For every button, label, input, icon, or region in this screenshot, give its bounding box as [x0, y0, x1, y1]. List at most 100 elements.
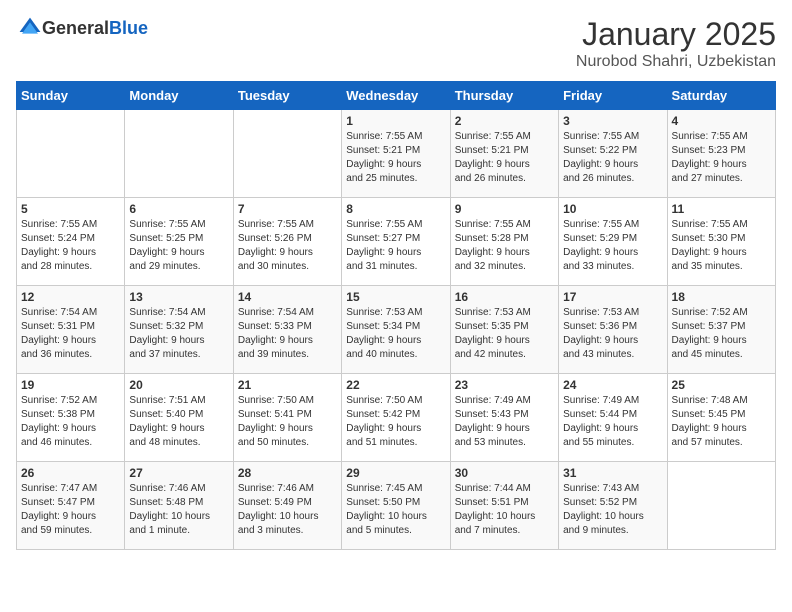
calendar-table: SundayMondayTuesdayWednesdayThursdayFrid… — [16, 81, 776, 550]
header-friday: Friday — [559, 82, 667, 110]
day-number: 31 — [563, 466, 662, 480]
week-row-0: 1 Sunrise: 7:55 AM Sunset: 5:21 PM Daylig… — [17, 110, 776, 198]
calendar-cell: 20 Sunrise: 7:51 AM Sunset: 5:40 PM Dayli… — [125, 374, 233, 462]
calendar-cell: 8 Sunrise: 7:55 AM Sunset: 5:27 PM Daylig… — [342, 198, 450, 286]
day-info: Sunrise: 7:46 AM Sunset: 5:48 PM Dayligh… — [129, 482, 228, 538]
page-header: GeneralBlue January 2025 Nurobod Shahri,… — [16, 16, 776, 71]
calendar-header-row: SundayMondayTuesdayWednesdayThursdayFrid… — [17, 82, 776, 110]
calendar-cell: 18 Sunrise: 7:52 AM Sunset: 5:37 PM Dayli… — [667, 286, 775, 374]
day-number: 14 — [238, 290, 337, 304]
day-info: Sunrise: 7:55 AM Sunset: 5:23 PM Dayligh… — [672, 130, 771, 186]
day-info: Sunrise: 7:52 AM Sunset: 5:38 PM Dayligh… — [21, 394, 120, 450]
day-info: Sunrise: 7:51 AM Sunset: 5:40 PM Dayligh… — [129, 394, 228, 450]
calendar-cell: 16 Sunrise: 7:53 AM Sunset: 5:35 PM Dayli… — [450, 286, 558, 374]
day-info: Sunrise: 7:52 AM Sunset: 5:37 PM Dayligh… — [672, 306, 771, 362]
day-info: Sunrise: 7:55 AM Sunset: 5:25 PM Dayligh… — [129, 218, 228, 274]
calendar-cell: 23Sunrise: 7:49 AM Sunset: 5:43 PM Dayli… — [450, 374, 558, 462]
day-info: Sunrise: 7:45 AM Sunset: 5:50 PM Dayligh… — [346, 482, 445, 538]
day-number: 25 — [672, 378, 771, 392]
calendar-cell — [125, 110, 233, 198]
logo-icon — [18, 16, 42, 40]
day-number: 6 — [129, 202, 228, 216]
calendar-cell: 27 Sunrise: 7:46 AM Sunset: 5:48 PM Dayli… — [125, 462, 233, 550]
header-saturday: Saturday — [667, 82, 775, 110]
calendar-cell: 4 Sunrise: 7:55 AM Sunset: 5:23 PM Daylig… — [667, 110, 775, 198]
calendar-title: January 2025 — [576, 16, 776, 53]
header-tuesday: Tuesday — [233, 82, 341, 110]
calendar-cell: 9 Sunrise: 7:55 AM Sunset: 5:28 PM Daylig… — [450, 198, 558, 286]
day-info: Sunrise: 7:55 AM Sunset: 5:28 PM Dayligh… — [455, 218, 554, 274]
calendar-cell: 21 Sunrise: 7:50 AM Sunset: 5:41 PM Dayli… — [233, 374, 341, 462]
day-number: 20 — [129, 378, 228, 392]
day-info: Sunrise: 7:43 AM Sunset: 5:52 PM Dayligh… — [563, 482, 662, 538]
day-info: Sunrise: 7:53 AM Sunset: 5:35 PM Dayligh… — [455, 306, 554, 362]
day-info: Sunrise: 7:48 AM Sunset: 5:45 PM Dayligh… — [672, 394, 771, 450]
calendar-cell: 5 Sunrise: 7:55 AM Sunset: 5:24 PM Daylig… — [17, 198, 125, 286]
day-info: Sunrise: 7:53 AM Sunset: 5:36 PM Dayligh… — [563, 306, 662, 362]
calendar-cell — [17, 110, 125, 198]
day-number: 27 — [129, 466, 228, 480]
day-number: 30 — [455, 466, 554, 480]
header-sunday: Sunday — [17, 82, 125, 110]
calendar-cell: 1 Sunrise: 7:55 AM Sunset: 5:21 PM Daylig… — [342, 110, 450, 198]
calendar-cell: 17 Sunrise: 7:53 AM Sunset: 5:36 PM Dayli… — [559, 286, 667, 374]
day-number: 26 — [21, 466, 120, 480]
day-info: Sunrise: 7:55 AM Sunset: 5:29 PM Dayligh… — [563, 218, 662, 274]
calendar-subtitle: Nurobod Shahri, Uzbekistan — [576, 53, 776, 71]
header-wednesday: Wednesday — [342, 82, 450, 110]
logo-text-blue: Blue — [109, 18, 148, 38]
day-info: Sunrise: 7:47 AM Sunset: 5:47 PM Dayligh… — [21, 482, 120, 538]
day-number: 3 — [563, 114, 662, 128]
calendar-cell: 11Sunrise: 7:55 AM Sunset: 5:30 PM Dayli… — [667, 198, 775, 286]
day-number: 4 — [672, 114, 771, 128]
day-info: Sunrise: 7:53 AM Sunset: 5:34 PM Dayligh… — [346, 306, 445, 362]
week-row-2: 12Sunrise: 7:54 AM Sunset: 5:31 PM Dayli… — [17, 286, 776, 374]
week-row-1: 5 Sunrise: 7:55 AM Sunset: 5:24 PM Daylig… — [17, 198, 776, 286]
calendar-cell: 19 Sunrise: 7:52 AM Sunset: 5:38 PM Dayli… — [17, 374, 125, 462]
day-number: 7 — [238, 202, 337, 216]
day-number: 28 — [238, 466, 337, 480]
day-info: Sunrise: 7:49 AM Sunset: 5:43 PM Dayligh… — [455, 394, 554, 450]
day-number: 24 — [563, 378, 662, 392]
day-info: Sunrise: 7:55 AM Sunset: 5:27 PM Dayligh… — [346, 218, 445, 274]
day-info: Sunrise: 7:55 AM Sunset: 5:22 PM Dayligh… — [563, 130, 662, 186]
week-row-3: 19 Sunrise: 7:52 AM Sunset: 5:38 PM Dayli… — [17, 374, 776, 462]
calendar-cell: 24 Sunrise: 7:49 AM Sunset: 5:44 PM Dayli… — [559, 374, 667, 462]
day-number: 18 — [672, 290, 771, 304]
calendar-cell: 7 Sunrise: 7:55 AM Sunset: 5:26 PM Daylig… — [233, 198, 341, 286]
day-number: 22 — [346, 378, 445, 392]
calendar-cell: 22 Sunrise: 7:50 AM Sunset: 5:42 PM Dayli… — [342, 374, 450, 462]
logo: GeneralBlue — [16, 16, 148, 40]
calendar-cell: 31 Sunrise: 7:43 AM Sunset: 5:52 PM Dayli… — [559, 462, 667, 550]
header-monday: Monday — [125, 82, 233, 110]
day-info: Sunrise: 7:44 AM Sunset: 5:51 PM Dayligh… — [455, 482, 554, 538]
day-number: 21 — [238, 378, 337, 392]
calendar-cell: 15Sunrise: 7:53 AM Sunset: 5:34 PM Dayli… — [342, 286, 450, 374]
day-number: 29 — [346, 466, 445, 480]
day-info: Sunrise: 7:55 AM Sunset: 5:26 PM Dayligh… — [238, 218, 337, 274]
day-number: 5 — [21, 202, 120, 216]
day-info: Sunrise: 7:55 AM Sunset: 5:21 PM Dayligh… — [455, 130, 554, 186]
title-block: January 2025 Nurobod Shahri, Uzbekistan — [576, 16, 776, 71]
day-info: Sunrise: 7:50 AM Sunset: 5:42 PM Dayligh… — [346, 394, 445, 450]
calendar-cell: 2Sunrise: 7:55 AM Sunset: 5:21 PM Daylig… — [450, 110, 558, 198]
day-number: 12 — [21, 290, 120, 304]
day-number: 1 — [346, 114, 445, 128]
day-number: 19 — [21, 378, 120, 392]
day-info: Sunrise: 7:50 AM Sunset: 5:41 PM Dayligh… — [238, 394, 337, 450]
day-number: 9 — [455, 202, 554, 216]
day-number: 8 — [346, 202, 445, 216]
day-info: Sunrise: 7:46 AM Sunset: 5:49 PM Dayligh… — [238, 482, 337, 538]
header-thursday: Thursday — [450, 82, 558, 110]
day-info: Sunrise: 7:49 AM Sunset: 5:44 PM Dayligh… — [563, 394, 662, 450]
day-number: 16 — [455, 290, 554, 304]
calendar-cell: 29 Sunrise: 7:45 AM Sunset: 5:50 PM Dayli… — [342, 462, 450, 550]
calendar-cell: 25 Sunrise: 7:48 AM Sunset: 5:45 PM Dayli… — [667, 374, 775, 462]
day-info: Sunrise: 7:55 AM Sunset: 5:24 PM Dayligh… — [21, 218, 120, 274]
calendar-cell: 13Sunrise: 7:54 AM Sunset: 5:32 PM Dayli… — [125, 286, 233, 374]
day-info: Sunrise: 7:54 AM Sunset: 5:32 PM Dayligh… — [129, 306, 228, 362]
day-info: Sunrise: 7:55 AM Sunset: 5:21 PM Dayligh… — [346, 130, 445, 186]
day-number: 17 — [563, 290, 662, 304]
logo-text-general: General — [42, 18, 109, 38]
calendar-cell — [667, 462, 775, 550]
